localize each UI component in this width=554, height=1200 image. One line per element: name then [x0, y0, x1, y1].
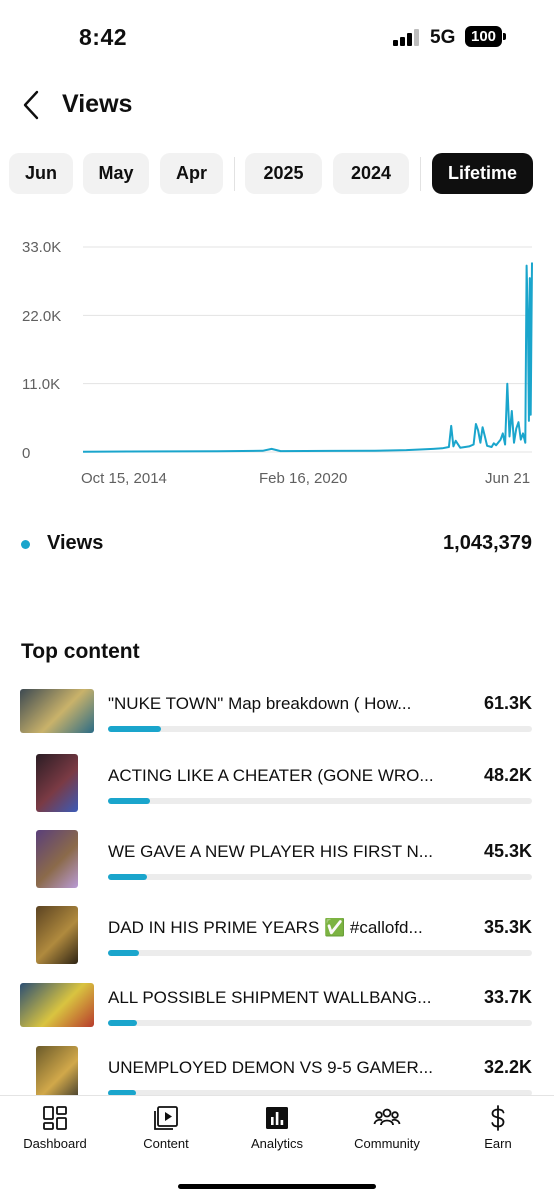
chip-jun[interactable]: Jun — [9, 153, 73, 194]
views-bar-fill — [108, 874, 148, 880]
chip-2025[interactable]: 2025 — [245, 153, 322, 194]
video-thumbnail — [20, 983, 94, 1027]
video-thumbnail — [36, 754, 78, 812]
views-total: 1,043,379 — [443, 532, 532, 554]
nav-label: Content — [143, 1136, 189, 1151]
views-bar — [108, 726, 532, 732]
views-bar-fill — [108, 798, 150, 804]
views-bar-fill — [108, 1020, 138, 1026]
x-tick-label: Feb 16, 2020 — [259, 470, 348, 487]
views-bar — [108, 874, 532, 880]
list-item[interactable]: DAD IN HIS PRIME YEARS ✅ #callofd... 35.… — [0, 904, 554, 974]
views-chart: 33.0K 22.0K 11.0K 0 Oct 15, 2014 Feb 16,… — [0, 230, 554, 500]
video-title: UNEMPLOYED DEMON VS 9-5 GAMER... — [108, 1058, 433, 1077]
video-thumbnail — [36, 1046, 78, 1095]
content-icon — [152, 1104, 180, 1132]
date-range-chips: Jun May Apr 2025 2024 Lifetime — [0, 153, 554, 195]
video-title: ALL POSSIBLE SHIPMENT WALLBANG... — [108, 988, 432, 1007]
video-thumbnail — [20, 689, 94, 733]
list-item[interactable]: ACTING LIKE A CHEATER (GONE WRO... 48.2K — [0, 752, 554, 822]
top-content-title: Top content — [21, 640, 140, 663]
community-icon — [373, 1104, 401, 1132]
x-tick-label: Oct 15, 2014 — [81, 470, 167, 487]
chip-divider — [420, 157, 421, 191]
list-item[interactable]: "NUKE TOWN" Map breakdown ( How... 61.3K — [0, 680, 554, 750]
list-item[interactable]: UNEMPLOYED DEMON VS 9-5 GAMER... 32.2K — [0, 1044, 554, 1095]
video-title: WE GAVE A NEW PLAYER HIS FIRST N... — [108, 842, 433, 861]
chip-may[interactable]: May — [83, 153, 149, 194]
nav-content[interactable]: Content — [111, 1096, 221, 1166]
y-tick-label: 11.0K — [22, 376, 61, 393]
views-bar — [108, 1020, 532, 1026]
video-views: 35.3K — [483, 917, 532, 937]
video-title: DAD IN HIS PRIME YEARS ✅ #callofd... — [108, 918, 423, 937]
dashboard-icon — [41, 1104, 69, 1132]
legend-dot-icon — [21, 540, 30, 549]
y-tick-label: 0 — [22, 445, 31, 462]
views-bar-fill — [108, 726, 162, 732]
views-bar-fill — [108, 950, 139, 956]
header: Views — [0, 80, 554, 130]
y-tick-label: 33.0K — [22, 239, 62, 256]
nav-label: Dashboard — [23, 1136, 87, 1151]
x-tick-label: Jun 21 — [485, 470, 531, 487]
nav-dashboard[interactable]: Dashboard — [0, 1096, 110, 1166]
y-tick-label: 22.0K — [22, 308, 62, 325]
status-bar: 8:42 5G 100 — [0, 0, 554, 74]
nav-label: Analytics — [250, 1136, 304, 1151]
list-item[interactable]: ALL POSSIBLE SHIPMENT WALLBANG... 33.7K — [0, 974, 554, 1044]
views-bar — [108, 798, 532, 804]
video-thumbnail — [36, 906, 78, 964]
chip-apr[interactable]: Apr — [160, 153, 223, 194]
home-indicator — [178, 1184, 376, 1189]
battery-icon: 100 — [465, 26, 506, 47]
back-icon[interactable] — [18, 88, 48, 122]
nav-analytics[interactable]: Analytics — [222, 1096, 332, 1166]
analytics-icon — [263, 1104, 291, 1132]
bottom-nav: Dashboard Content Analytics Community Ea… — [0, 1095, 554, 1200]
list-item[interactable]: WE GAVE A NEW PLAYER HIS FIRST N... 45.3… — [0, 828, 554, 898]
network-label: 5G — [430, 27, 456, 48]
nav-community[interactable]: Community — [332, 1096, 442, 1166]
nav-label: Earn — [484, 1136, 512, 1151]
video-views: 33.7K — [483, 987, 532, 1007]
video-title: "NUKE TOWN" Map breakdown ( How... — [108, 694, 412, 713]
chip-divider — [234, 157, 235, 191]
video-views: 48.2K — [483, 765, 532, 785]
chip-2024[interactable]: 2024 — [333, 153, 409, 194]
video-title: ACTING LIKE A CHEATER (GONE WRO... — [108, 766, 434, 785]
legend-label: Views — [47, 532, 104, 554]
chart-plot — [82, 246, 533, 453]
nav-label: Community — [354, 1136, 420, 1151]
status-time: 8:42 — [79, 24, 128, 50]
signal-icon — [393, 28, 421, 46]
video-thumbnail — [36, 830, 78, 888]
video-views: 61.3K — [483, 693, 532, 713]
series-line-views — [82, 262, 533, 453]
top-content-list: "NUKE TOWN" Map breakdown ( How... 61.3K… — [0, 680, 554, 1095]
page-title: Views — [62, 90, 133, 118]
chip-lifetime[interactable]: Lifetime — [432, 153, 533, 194]
video-views: 32.2K — [483, 1057, 532, 1077]
views-bar — [108, 950, 532, 956]
earn-icon — [484, 1104, 512, 1132]
views-total-row: Views 1,043,379 — [0, 528, 554, 562]
video-views: 45.3K — [483, 841, 532, 861]
nav-earn[interactable]: Earn — [443, 1096, 553, 1166]
